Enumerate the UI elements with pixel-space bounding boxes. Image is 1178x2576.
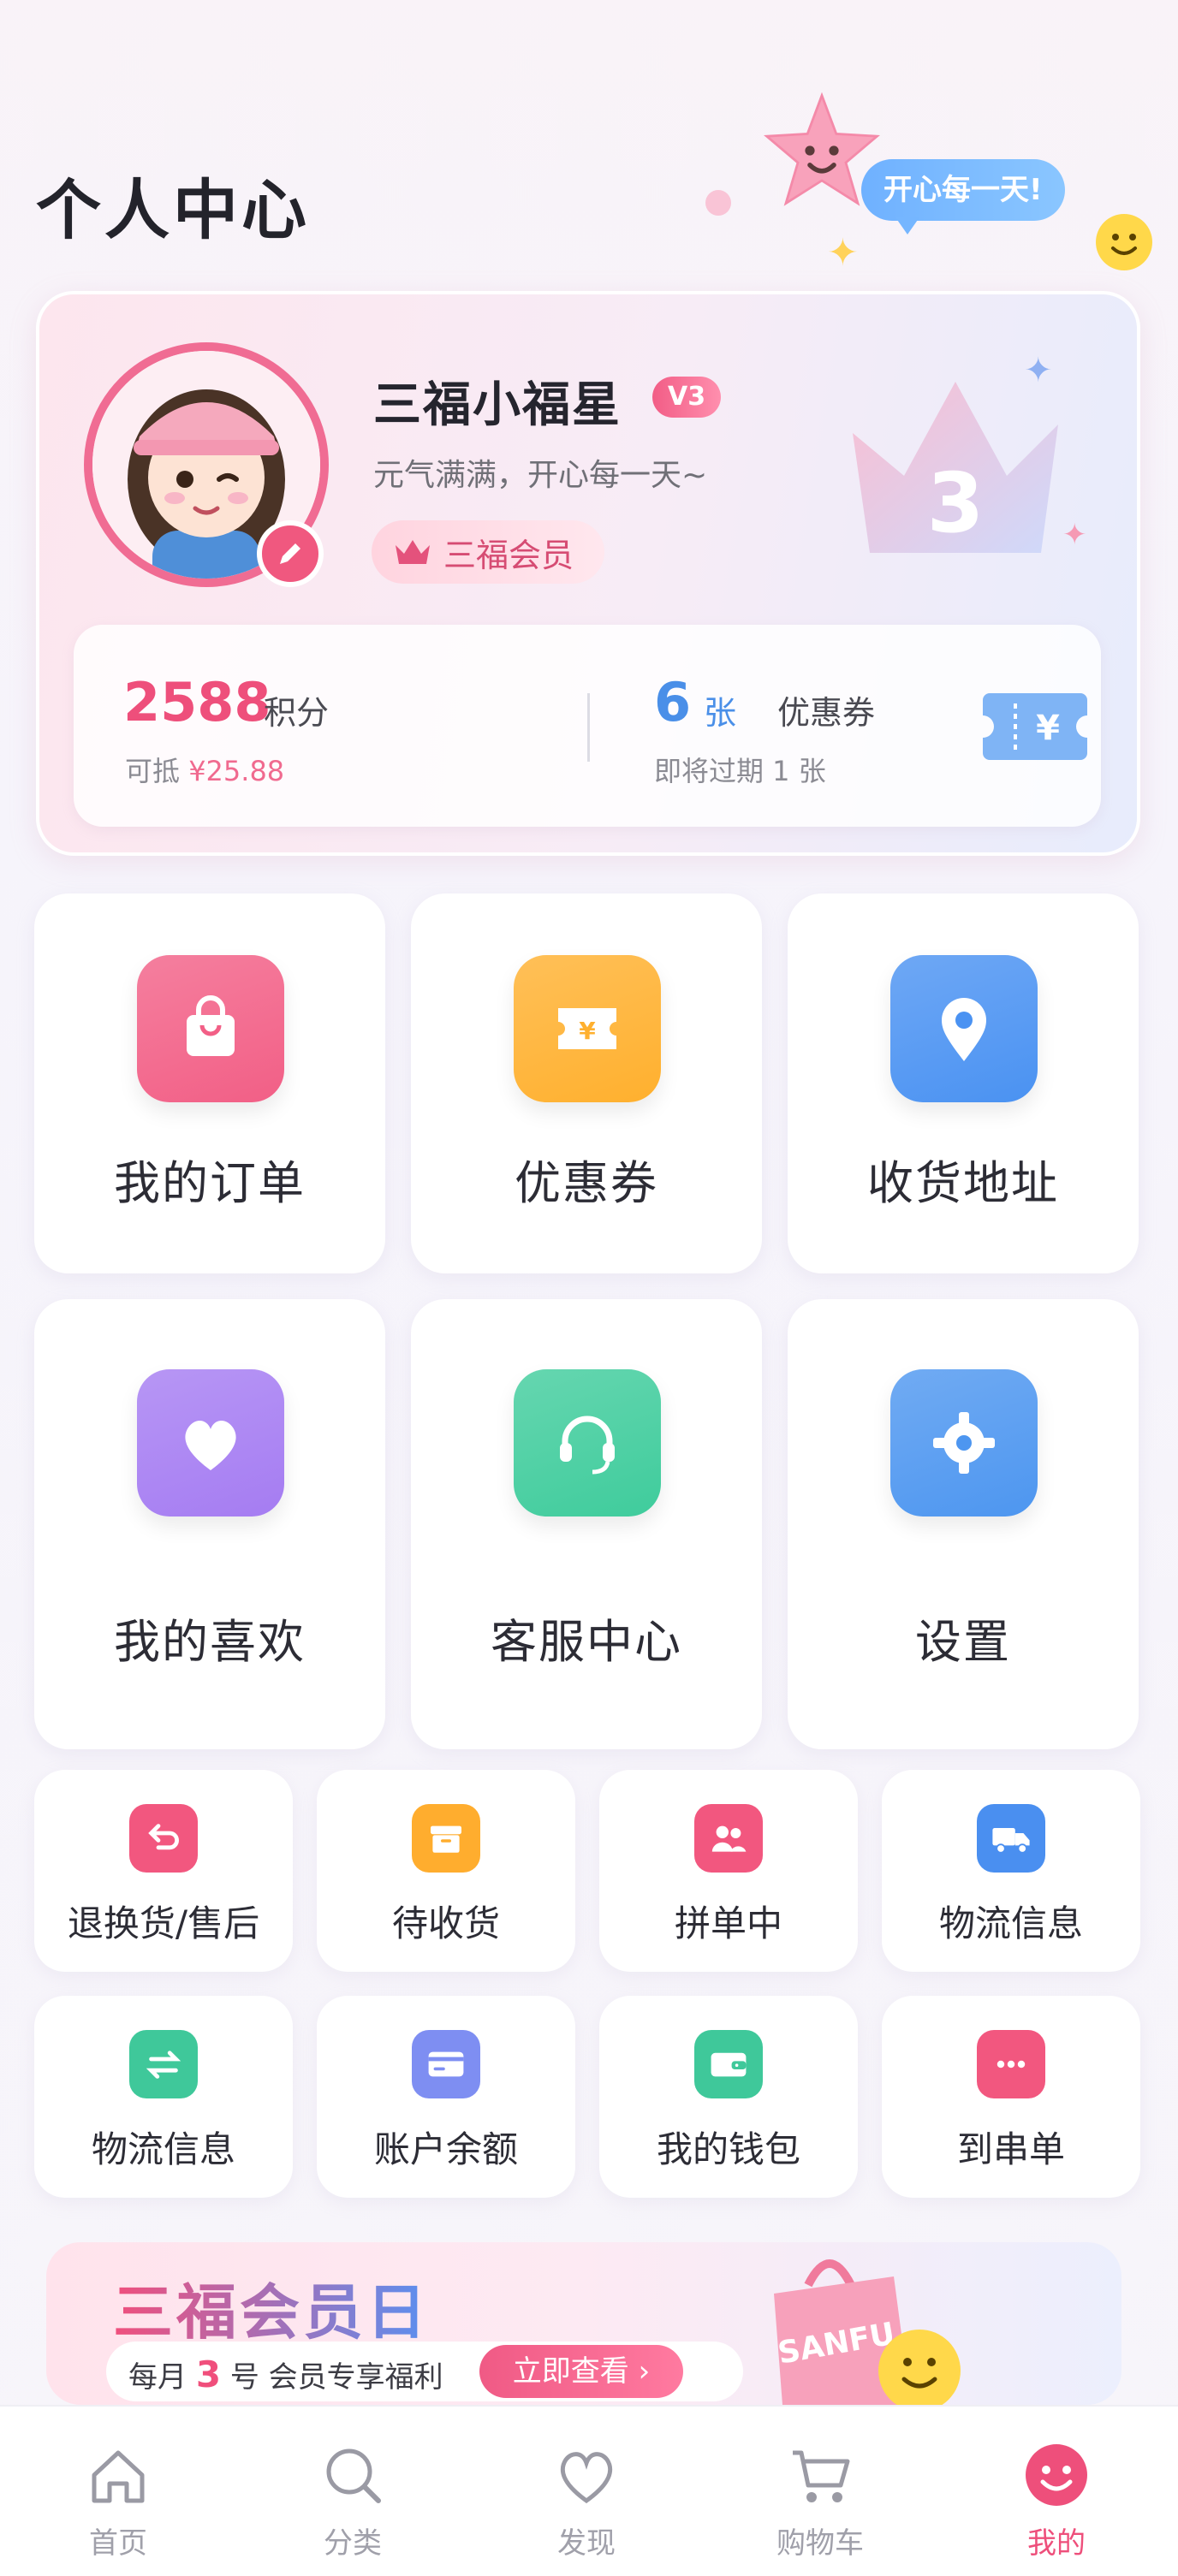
tab-label: 发现 [557,2526,616,2561]
service-item-exchange[interactable]: 物流信息 [34,1996,293,2198]
gear-icon [890,1369,1038,1517]
service-label: 我的钱包 [656,2128,800,2170]
heart-icon [137,1369,284,1517]
points-value[interactable]: 2588 [123,671,271,733]
service-item-box[interactable]: 待收货 [317,1770,575,1972]
crown-level-illustration: 3 ✦ ✦ [853,351,1087,553]
banner-sub-suffix: 号 会员专享福利 [221,2360,443,2395]
service-label: 拼单中 [674,1902,782,1944]
feature-label: 优惠券 [515,1156,658,1210]
feature-label: 我的订单 [114,1156,306,1210]
coupon-count[interactable]: 6 [654,671,691,733]
service-item-return[interactable]: 退换货/售后 [34,1770,293,1972]
group-icon [694,1804,763,1873]
location-icon [890,955,1038,1102]
username: 三福小福星 [373,377,622,433]
member-day-banner[interactable]: 三福会员日 每月 3 号 会员专享福利 立即查看 › SANFU [46,2242,1121,2405]
return-icon [129,1804,198,1873]
sparkle-icon: ✦ [827,231,859,275]
feature-label: 收货地址 [867,1156,1059,1210]
truck-icon [977,1804,1045,1873]
tab-label: 我的 [1027,2526,1086,2561]
service-label: 退换货/售后 [67,1902,260,1944]
feature-card-location[interactable]: 收货地址 [788,893,1139,1273]
svg-text:✦: ✦ [1024,351,1053,390]
shopping-bag-illustration: SANFU [774,2259,961,2405]
svg-text:¥: ¥ [1036,709,1060,748]
headset-icon [514,1369,661,1517]
level-badge: V3 [652,377,722,418]
svg-text:¥: ¥ [579,1017,596,1045]
banner-title: 三福会员日 [113,2264,430,2351]
box-icon [412,1804,480,1873]
tab-heart[interactable]: 发现 [509,2407,663,2576]
member-badge[interactable]: 三福会员 [372,520,605,584]
stats-divider [587,693,590,762]
profile-card: 三福小福星 V3 元气满满，开心每一天~ 三福会员 3 ✦ ✦ 2588 积分 … [36,291,1140,856]
service-label: 到串单 [956,2128,1065,2170]
coupon-unit: 张 [704,694,737,732]
search-icon [318,2441,387,2509]
ticket-icon[interactable]: ¥ [981,686,1089,767]
member-label: 三福会员 [443,536,574,574]
cart-icon [786,2441,854,2509]
heart-icon [552,2441,621,2509]
service-item-wallet[interactable]: 我的钱包 [599,1996,858,2198]
banner-subtitle: 每月 3 号 会员专享福利 [128,2353,443,2395]
tab-label: 首页 [89,2526,147,2561]
tab-search[interactable]: 分类 [276,2407,430,2576]
edit-avatar-button[interactable] [257,520,324,587]
stats-panel: 2588 积分 可抵 ¥25.88 6 张 优惠券 即将过期 1 张 ¥ [74,625,1101,827]
feature-label: 我的喜欢 [114,1615,306,1669]
more-icon [977,2030,1045,2098]
service-item-more[interactable]: 到串单 [882,1996,1140,2198]
bag-icon [137,955,284,1102]
service-label: 物流信息 [91,2128,235,2170]
crown-icon [396,540,430,564]
points-deductible: 可抵 ¥25.88 [125,750,284,789]
tab-home[interactable]: 首页 [41,2407,195,2576]
service-label: 物流信息 [938,1902,1083,1944]
smiley-icon [1096,214,1152,270]
wallet-icon [694,2030,763,2098]
service-item-card[interactable]: 账户余额 [317,1996,575,2198]
user-tagline: 元气满满，开心每一天~ [373,458,708,493]
coupon-expiring: 即将过期 1 张 [654,755,826,787]
decor-dot [705,190,731,216]
pencil-icon [280,543,300,564]
feature-label: 客服中心 [491,1615,682,1669]
service-item-group[interactable]: 拼单中 [599,1770,858,1972]
exchange-icon [129,2030,198,2098]
feature-card-coupon[interactable]: ¥ 优惠券 [411,893,762,1273]
service-label: 账户余额 [373,2128,518,2170]
points-sub-amount: ¥25.88 [188,755,285,787]
coupon-icon: ¥ [514,955,661,1102]
view-now-button[interactable]: 立即查看 › [479,2345,683,2398]
smile-icon [1022,2441,1091,2509]
page-title: 个人中心 [36,172,310,248]
points-sub-prefix: 可抵 [125,755,189,787]
service-item-truck[interactable]: 物流信息 [882,1770,1140,1972]
points-unit: 积分 [264,694,330,732]
service-label: 待收货 [391,1902,500,1944]
tab-cart[interactable]: 购物车 [743,2407,897,2576]
crown-number: 3 [927,455,985,551]
svg-text:✦: ✦ [1062,518,1087,552]
home-icon [84,2441,152,2509]
banner-sub-day: 3 [195,2353,222,2395]
tab-smile[interactable]: 我的 [979,2407,1133,2576]
feature-card-headset[interactable]: 客服中心 [411,1299,762,1749]
coupon-label: 优惠券 [777,694,876,732]
tab-label: 分类 [324,2526,382,2561]
bottom-tab-bar: 首页 分类 发现 购物车 我的 [0,2405,1178,2576]
banner-sub-prefix: 每月 [128,2360,196,2395]
speech-bubble: 开心每一天! [861,159,1065,234]
feature-card-heart[interactable]: 我的喜欢 [34,1299,385,1749]
card-icon [412,2030,480,2098]
feature-card-bag[interactable]: 我的订单 [34,893,385,1273]
tab-label: 购物车 [776,2526,864,2561]
feature-label: 设置 [915,1615,1011,1669]
feature-card-gear[interactable]: 设置 [788,1299,1139,1749]
